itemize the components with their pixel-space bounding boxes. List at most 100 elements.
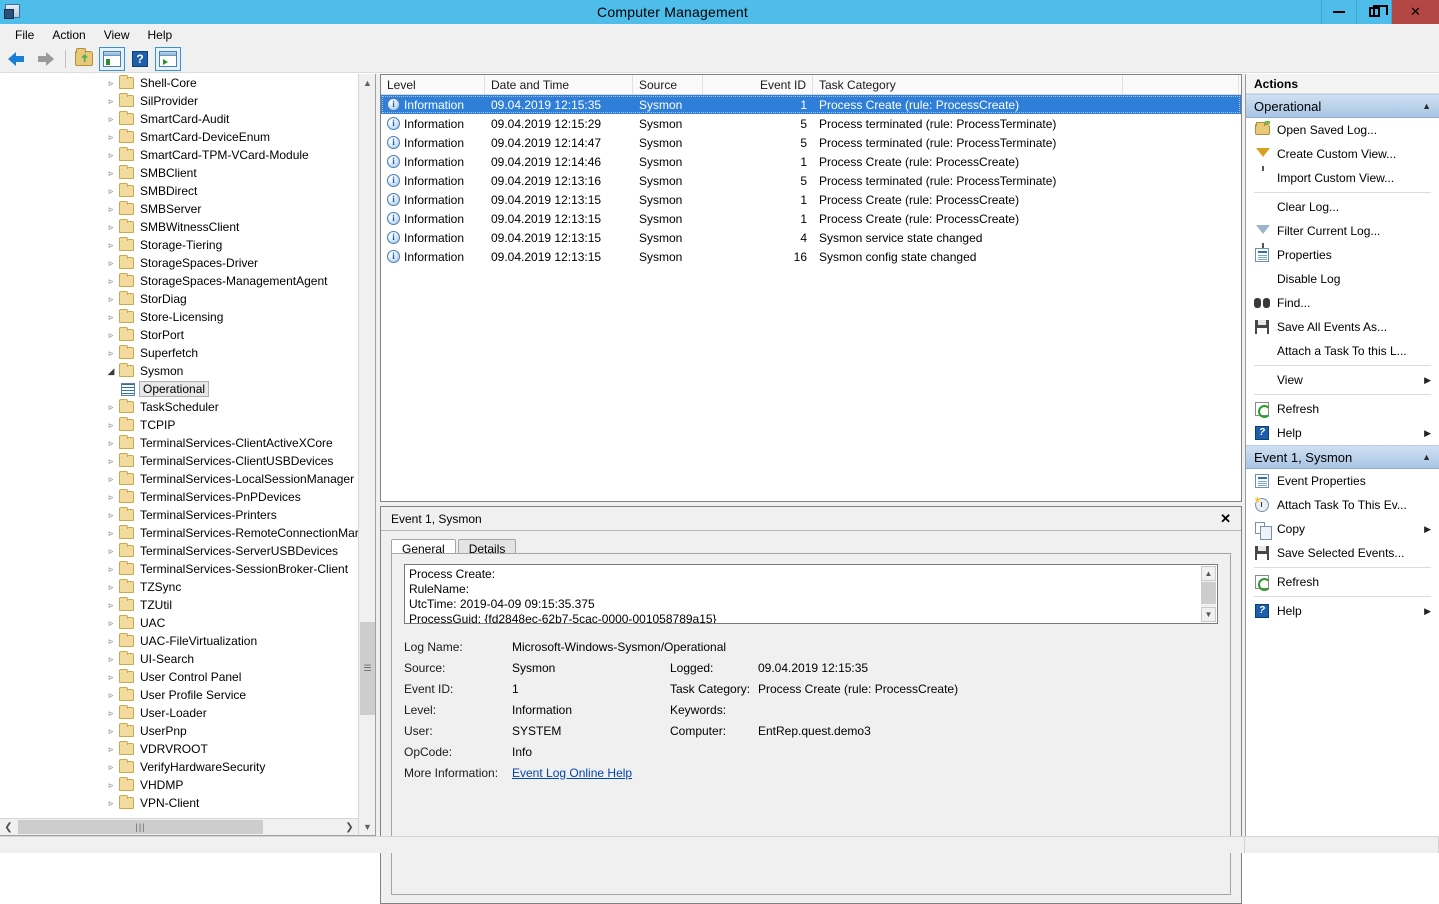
tree-node[interactable]: ▹ StorageSpaces-Driver — [0, 254, 358, 272]
action-item[interactable]: Find... — [1246, 291, 1439, 315]
tree-node[interactable]: ▹ User Profile Service — [0, 686, 358, 704]
chevron-right-icon[interactable]: ▹ — [103, 654, 119, 665]
chevron-right-icon[interactable]: ▹ — [103, 510, 119, 521]
tree-node[interactable]: ▹ VerifyHardwareSecurity — [0, 758, 358, 776]
tree-scroll-down-button[interactable]: ▼ — [359, 818, 375, 835]
chevron-right-icon[interactable]: ▹ — [103, 312, 119, 323]
show-hide-action-pane-button[interactable] — [155, 46, 181, 71]
chevron-right-icon[interactable]: ▹ — [103, 132, 119, 143]
chevron-right-icon[interactable]: ▹ — [103, 672, 119, 683]
event-message-scrollbar[interactable]: ▲ ▼ — [1201, 566, 1216, 622]
tree-node[interactable]: ▹ SMBServer — [0, 200, 358, 218]
chevron-right-icon[interactable]: ▹ — [103, 240, 119, 251]
tree-node[interactable]: ▹ Store-Licensing — [0, 308, 358, 326]
action-item[interactable]: Import Custom View... — [1246, 166, 1439, 190]
action-item[interactable]: Attach Task To This Ev... — [1246, 493, 1439, 517]
chevron-right-icon[interactable]: ▹ — [103, 402, 119, 413]
tree-scroll-thumb[interactable]: ☰ — [360, 622, 375, 715]
tree-node[interactable]: ▹ User Control Panel — [0, 668, 358, 686]
actions-group-header[interactable]: Event 1, Sysmon ▲ — [1246, 445, 1439, 469]
menu-item-action[interactable]: Action — [43, 26, 94, 44]
action-item[interactable]: ? Help ▶ — [1246, 421, 1439, 445]
tree-hscroll-thumb[interactable]: ||| — [18, 820, 263, 834]
tree-node[interactable]: ▹ StorPort — [0, 326, 358, 344]
tree-node[interactable]: ▹ TCPIP — [0, 416, 358, 434]
tree-node[interactable]: ▹ StorageSpaces-ManagementAgent — [0, 272, 358, 290]
event-row[interactable]: i Information 09.04.2019 12:15:35 Sysmon 1 Pr… — [381, 95, 1241, 114]
chevron-right-icon[interactable]: ▹ — [103, 294, 119, 305]
chevron-right-icon[interactable]: ▹ — [103, 114, 119, 125]
chevron-right-icon[interactable]: ▹ — [103, 348, 119, 359]
tree-node[interactable]: ▹ SmartCard-TPM-VCard-Module — [0, 146, 358, 164]
event-message-box[interactable]: Process Create: RuleName: UtcTime: 2019-… — [404, 564, 1218, 624]
tree-node[interactable]: Operational — [0, 380, 358, 398]
chevron-right-icon[interactable]: ▹ — [103, 438, 119, 449]
tree-node[interactable]: ▹ UI-Search — [0, 650, 358, 668]
chevron-right-icon[interactable]: ▹ — [103, 618, 119, 629]
tree-node[interactable]: ▹ TerminalServices-ClientUSBDevices — [0, 452, 358, 470]
action-item[interactable]: Attach a Task To this L... — [1246, 339, 1439, 363]
action-item[interactable]: Create Custom View... — [1246, 142, 1439, 171]
tree-node[interactable]: ▹ TerminalServices-ServerUSBDevices — [0, 542, 358, 560]
chevron-down-icon[interactable]: ◢ — [103, 366, 119, 377]
event-row[interactable]: i Information 09.04.2019 12:14:47 Sysmon 5 Pr… — [381, 133, 1241, 152]
action-item[interactable]: View ▶ — [1246, 368, 1439, 392]
menu-item-view[interactable]: View — [95, 26, 139, 44]
tree-node[interactable]: ▹ Storage-Tiering — [0, 236, 358, 254]
tree-node[interactable]: ▹ TaskScheduler — [0, 398, 358, 416]
event-row[interactable]: i Information 09.04.2019 12:14:46 Sysmon 1 Pr… — [381, 152, 1241, 171]
action-item[interactable]: Refresh — [1246, 570, 1439, 594]
tree-node[interactable]: ▹ Superfetch — [0, 344, 358, 362]
tree-node[interactable]: ▹ TZUtil — [0, 596, 358, 614]
column-header[interactable] — [1123, 75, 1239, 94]
chevron-up-icon[interactable]: ▲ — [1422, 452, 1431, 462]
tree-node[interactable]: ▹ StorDiag — [0, 290, 358, 308]
action-item[interactable]: Refresh — [1246, 397, 1439, 421]
tree-node[interactable]: ▹ VDRVROOT — [0, 740, 358, 758]
close-icon[interactable]: ✕ — [1216, 511, 1235, 527]
tree-node[interactable]: ▹ TerminalServices-RemoteConnectionMar — [0, 524, 358, 542]
tree-node[interactable]: ▹ UAC-FileVirtualization — [0, 632, 358, 650]
event-row[interactable]: i Information 09.04.2019 12:13:15 Sysmon 16 S… — [381, 247, 1241, 266]
tree-node[interactable]: ▹ SilProvider — [0, 92, 358, 110]
chevron-right-icon[interactable]: ▹ — [103, 150, 119, 161]
event-row[interactable]: i Information 09.04.2019 12:13:15 Sysmon 1 Pr… — [381, 190, 1241, 209]
chevron-right-icon[interactable]: ▹ — [103, 636, 119, 647]
tree-node[interactable]: ▹ TerminalServices-SessionBroker-Client — [0, 560, 358, 578]
action-item[interactable]: Filter Current Log... — [1246, 219, 1439, 248]
column-header[interactable]: Event ID — [703, 75, 813, 94]
console-tree[interactable]: ▹ Shell-Core ▹ SilProvider ▹ SmartCard-Audit ▹… — [0, 74, 358, 818]
action-item[interactable]: Copy ▶ — [1246, 517, 1439, 541]
tree-node[interactable]: ▹ User-Loader — [0, 704, 358, 722]
column-header[interactable]: Date and Time — [485, 75, 633, 94]
tree-node[interactable]: ◢ Sysmon — [0, 362, 358, 380]
chevron-right-icon[interactable]: ▹ — [103, 330, 119, 341]
action-item[interactable]: ? Help ▶ — [1246, 599, 1439, 623]
tree-scroll-up-button[interactable]: ▲ — [359, 74, 375, 91]
up-one-level-button[interactable] — [71, 47, 97, 71]
chevron-right-icon[interactable]: ▹ — [103, 600, 119, 611]
chevron-right-icon[interactable]: ▹ — [103, 708, 119, 719]
menu-item-file[interactable]: File — [6, 26, 43, 44]
event-log-online-help-link[interactable]: Event Log Online Help — [512, 766, 632, 780]
chevron-right-icon[interactable]: ▹ — [103, 762, 119, 773]
maximize-button[interactable] — [1356, 0, 1391, 24]
help-button[interactable]: ? — [127, 47, 153, 71]
tree-node[interactable]: ▹ VPN-Client — [0, 794, 358, 812]
event-row[interactable]: i Information 09.04.2019 12:13:15 Sysmon 1 Pr… — [381, 209, 1241, 228]
action-item[interactable]: Event Properties — [1246, 469, 1439, 493]
close-button[interactable]: ✕ — [1391, 0, 1439, 24]
event-row[interactable]: i Information 09.04.2019 12:13:16 Sysmon 5 Pr… — [381, 171, 1241, 190]
chevron-right-icon[interactable]: ▹ — [103, 222, 119, 233]
tree-node[interactable]: ▹ TerminalServices-LocalSessionManager — [0, 470, 358, 488]
tree-vertical-scrollbar[interactable]: ▲ ☰ ▼ — [358, 74, 375, 835]
action-item[interactable]: Open Saved Log... — [1246, 118, 1439, 142]
message-scroll-down-button[interactable]: ▼ — [1201, 607, 1216, 622]
tab-general[interactable]: General — [391, 539, 456, 556]
tree-scroll-left-button[interactable]: ❮ — [0, 819, 17, 835]
message-scroll-thumb[interactable] — [1201, 582, 1216, 604]
chevron-up-icon[interactable]: ▲ — [1422, 101, 1431, 111]
chevron-right-icon[interactable]: ▹ — [103, 258, 119, 269]
chevron-right-icon[interactable]: ▹ — [103, 528, 119, 539]
action-item[interactable]: Save Selected Events... — [1246, 541, 1439, 565]
